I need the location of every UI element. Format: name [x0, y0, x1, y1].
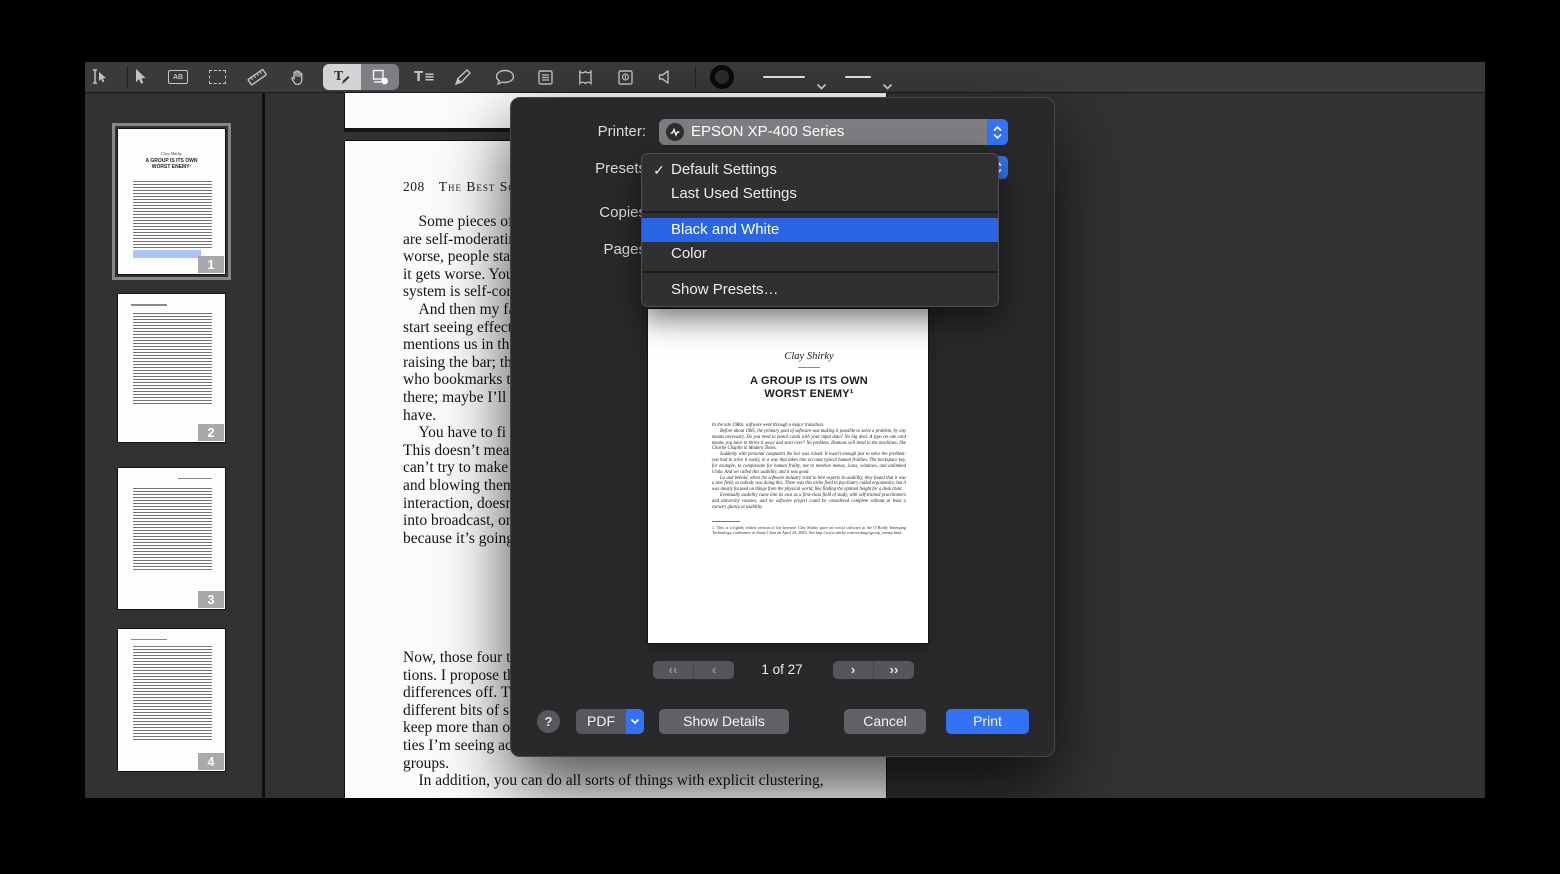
sound-tool-icon[interactable]: [653, 65, 677, 89]
presets-menu-item[interactable]: Show Presets…: [642, 278, 998, 302]
printer-value: EPSON XP-400 Series: [691, 119, 844, 145]
preview-author: Clay Shirky: [712, 351, 906, 362]
printer-select[interactable]: EPSON XP-400 Series: [659, 119, 1008, 145]
screen: AB T T≡: [0, 0, 1560, 874]
page-number-badge: 1: [198, 256, 224, 273]
printer-status-icon: [666, 123, 684, 141]
rect-select-tool-icon[interactable]: [205, 65, 229, 89]
text-edit-tool-icon[interactable]: AB: [166, 65, 190, 89]
preview-forward-buttons: › ››: [833, 661, 914, 679]
pdf-menu-button[interactable]: PDF: [576, 709, 644, 734]
help-button[interactable]: ?: [537, 710, 560, 733]
line-endings-swatch: [845, 76, 871, 78]
previous-page-button[interactable]: ‹: [693, 661, 734, 679]
page-number-badge: 4: [198, 753, 224, 770]
thumb-footnote-selection: [133, 250, 202, 258]
page-thumbnail-3[interactable]: 3: [118, 468, 225, 609]
page-number-badge: 3: [198, 591, 224, 608]
last-page-button[interactable]: ››: [873, 661, 914, 679]
text-select-tool-icon[interactable]: [87, 65, 111, 89]
thumb-author: Clay Shirky: [118, 151, 225, 156]
toolbar-divider: [695, 66, 696, 88]
pointer-tool-icon[interactable]: [128, 65, 152, 89]
anchored-note-tool-icon[interactable]: [573, 65, 597, 89]
pdf-label: PDF: [576, 709, 626, 734]
printer-label: Printer:: [526, 122, 646, 142]
presets-menu-item[interactable]: ✓ Default Settings: [642, 158, 998, 182]
preview-page-position: 1 of 27: [732, 661, 832, 679]
presets-menu-item[interactable]: Black and White: [642, 218, 998, 242]
page-number-badge: 2: [198, 424, 224, 441]
note-tool-segment: T: [323, 64, 399, 90]
presets-menu-item[interactable]: Last Used Settings: [642, 182, 998, 206]
presets-menu: ✓ Default Settings Last Used Settings Bl…: [641, 153, 999, 307]
presets-menu-item[interactable]: [642, 206, 998, 218]
color-well[interactable]: [710, 65, 734, 89]
text-note-tool-icon[interactable]: T≡: [413, 65, 437, 89]
thumb-text-lines: [133, 181, 212, 248]
thumb-title: A GROUP IS ITS OWNWORST ENEMY¹: [118, 158, 225, 170]
print-preview-page: Clay Shirky A GROUP IS ITS OWNWORST ENEM…: [648, 309, 928, 643]
note-text-tool-icon[interactable]: T: [323, 64, 361, 90]
note-shape-tool-icon[interactable]: [361, 64, 399, 90]
thumbnail-sidebar: Clay Shirky A GROUP IS ITS OWNWORST ENEM…: [85, 93, 265, 798]
preview-back-buttons: ‹‹ ‹: [653, 661, 734, 679]
presets-menu-item[interactable]: [642, 266, 998, 278]
preview-footnote: 1. This is a lightly edited version of t…: [712, 525, 906, 535]
preview-body-text: In the late 1980s, software went through…: [712, 423, 906, 511]
hand-tool-icon[interactable]: [285, 65, 309, 89]
highlight-tool-icon[interactable]: [451, 65, 475, 89]
presets-label: Presets: [526, 159, 646, 179]
toolbar: AB T T≡: [85, 62, 1485, 93]
pdf-chevron-down-icon: [626, 709, 644, 734]
page-thumbnail-1[interactable]: Clay Shirky A GROUP IS ITS OWNWORST ENEM…: [118, 129, 225, 274]
comment-tool-icon[interactable]: [493, 65, 517, 89]
first-page-button[interactable]: ‹‹: [653, 661, 693, 679]
copies-label: Copies: [526, 203, 646, 223]
attachment-tool-icon[interactable]: [613, 65, 637, 89]
next-page-button[interactable]: ›: [833, 661, 873, 679]
check-icon: ✓: [650, 158, 668, 182]
show-details-button[interactable]: Show Details: [659, 709, 789, 734]
page-thumbnail-4[interactable]: 4: [118, 629, 225, 771]
page-thumbnail-2[interactable]: 2: [118, 294, 225, 442]
preview-title: A GROUP IS ITS OWNWORST ENEMY¹: [712, 375, 906, 401]
line-style-swatch: [763, 76, 805, 78]
cancel-button[interactable]: Cancel: [844, 709, 926, 734]
print-button[interactable]: Print: [946, 709, 1029, 734]
print-dialog: Printer: EPSON XP-400 Series Presets Cop…: [510, 97, 1055, 757]
ruler-tool-icon[interactable]: [245, 65, 269, 89]
lined-note-tool-icon[interactable]: [533, 65, 557, 89]
printer-select-chevrons-icon: [987, 119, 1008, 145]
pages-label: Pages: [526, 240, 646, 260]
presets-menu-item[interactable]: Color: [642, 242, 998, 266]
